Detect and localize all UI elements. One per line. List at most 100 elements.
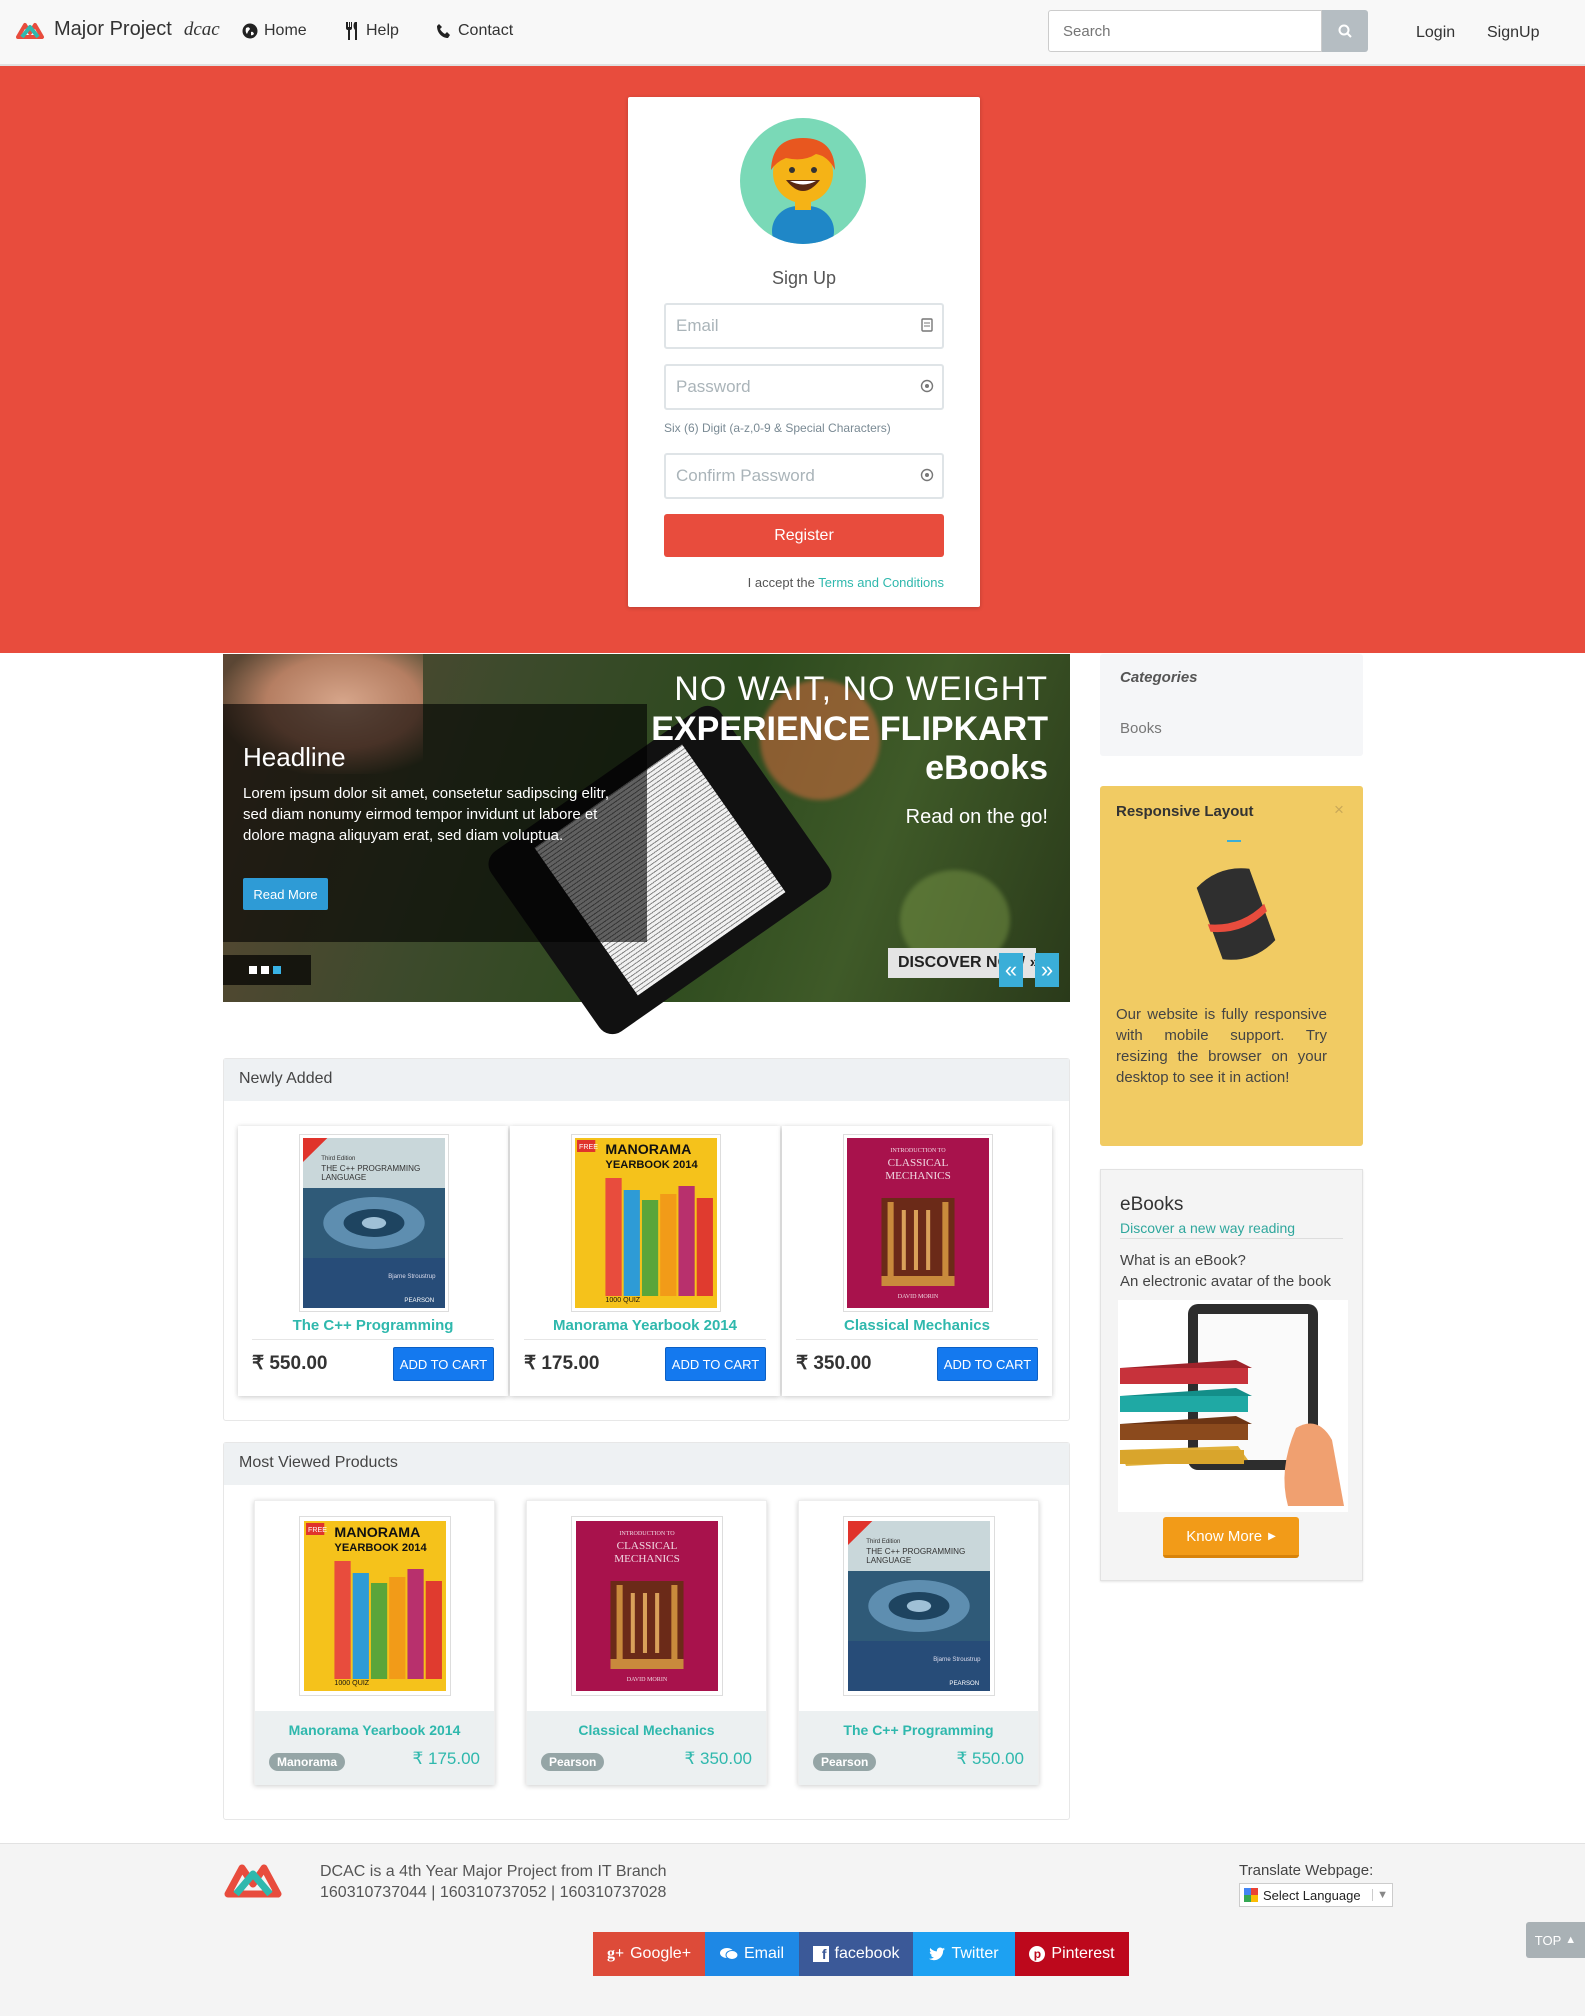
ebooks-answer: An electronic avatar of the book: [1120, 1273, 1331, 1290]
most-viewed-card[interactable]: INTRODUCTION TO CLASSICAL MECHANICS DAVI…: [526, 1500, 767, 1785]
share-email-button[interactable]: Email: [705, 1932, 799, 1976]
back-to-top-button[interactable]: TOP ▲: [1526, 1922, 1585, 1958]
share-twitter-label: Twitter: [951, 1945, 999, 1962]
know-more-button[interactable]: Know More ▶: [1163, 1517, 1299, 1558]
share-twitter-button[interactable]: Twitter: [913, 1932, 1015, 1976]
product-name[interactable]: Manorama Yearbook 2014: [510, 1317, 780, 1334]
footer-line-2: 160310737044 | 160310737052 | 1603107370…: [320, 1884, 667, 1901]
svg-text:DAVID MORIN: DAVID MORIN: [898, 1294, 939, 1300]
top-label: TOP: [1534, 1932, 1562, 1948]
most-viewed-title: Most Viewed Products: [224, 1443, 1069, 1485]
search-button[interactable]: [1322, 10, 1368, 52]
footer-line-1: DCAC is a 4th Year Major Project from IT…: [320, 1863, 667, 1880]
search-icon: [1338, 24, 1352, 38]
add-to-cart-button[interactable]: ADD TO CART: [937, 1347, 1038, 1381]
cutlery-icon: [346, 22, 357, 40]
share-pinterest-button[interactable]: p Pinterest: [1015, 1932, 1129, 1976]
category-item-books[interactable]: Books: [1120, 720, 1162, 737]
publisher-badge: Manorama: [269, 1753, 346, 1771]
caption-text: Lorem ipsum dolor sit amet, consetetur s…: [243, 785, 609, 844]
terms-link[interactable]: Terms and Conditions: [818, 575, 944, 590]
carousel-prev-button[interactable]: «: [999, 953, 1023, 987]
read-more-button[interactable]: Read More: [243, 878, 328, 910]
email-field[interactable]: Email: [664, 303, 944, 349]
dropdown-arrow-icon: ▼: [1372, 1889, 1392, 1901]
product-price: ₹ 350.00: [684, 1749, 752, 1768]
svg-text:THE C++ PROGRAMMING: THE C++ PROGRAMMING: [321, 1164, 420, 1173]
svg-text:MECHANICS: MECHANICS: [614, 1553, 680, 1565]
svg-text:MECHANICS: MECHANICS: [885, 1170, 951, 1182]
carousel-dot[interactable]: [261, 966, 269, 974]
footer-logo-icon: [224, 1864, 282, 1898]
svg-text:CLASSICAL: CLASSICAL: [888, 1157, 949, 1169]
avatar-illustration: [771, 138, 835, 244]
nav-contact[interactable]: Contact: [436, 22, 513, 40]
responsive-text: Our website is fully responsive with mob…: [1116, 1006, 1327, 1086]
product-image[interactable]: INTRODUCTION TO CLASSICAL MECHANICS DAVI…: [571, 1516, 723, 1696]
phone-icon: [437, 24, 450, 38]
email-placeholder: Email: [676, 316, 719, 335]
svg-text:CLASSICAL: CLASSICAL: [617, 1540, 678, 1552]
search-input[interactable]: [1048, 10, 1322, 52]
svg-text:PEARSON: PEARSON: [949, 1681, 979, 1687]
svg-text:MANORAMA: MANORAMA: [334, 1524, 420, 1540]
twitter-icon: [929, 1947, 946, 1961]
svg-text:YEARBOOK 2014: YEARBOOK 2014: [605, 1159, 698, 1171]
product-name[interactable]: The C++ Programming: [799, 1722, 1038, 1738]
login-link[interactable]: Login: [1416, 24, 1455, 42]
share-facebook-button[interactable]: f facebook: [799, 1932, 913, 1976]
most-viewed-card[interactable]: MANORAMA YEARBOOK 2014 FREE 1000 QUIZ Man…: [254, 1500, 495, 1785]
product-name[interactable]: Classical Mechanics: [782, 1317, 1052, 1334]
nav-home[interactable]: Home: [242, 22, 307, 40]
mechanics-book-cover: INTRODUCTION TO CLASSICAL MECHANICS DAVI…: [847, 1138, 989, 1308]
google-translate-icon: [1244, 1888, 1258, 1902]
carousel-dot-active[interactable]: [273, 966, 281, 974]
lock-icon: [920, 379, 934, 393]
brand[interactable]: Major Project dcac: [14, 18, 220, 41]
confirm-password-field[interactable]: Confirm Password: [664, 453, 944, 499]
know-more-label: Know More: [1186, 1527, 1263, 1545]
share-google-button[interactable]: g+ Google+: [593, 1932, 705, 1976]
product-card[interactable]: MANORAMA YEARBOOK 2014 FREE 1000 QUIZ Man…: [510, 1126, 780, 1396]
carousel-dot[interactable]: [249, 966, 257, 974]
product-image[interactable]: MANORAMA YEARBOOK 2014 FREE 1000 QUIZ: [571, 1134, 721, 1312]
product-image[interactable]: MANORAMA YEARBOOK 2014 FREE 1000 QUIZ: [299, 1516, 451, 1696]
share-google-label: Google+: [630, 1945, 692, 1962]
product-card[interactable]: INTRODUCTION TO CLASSICAL MECHANICS DAVI…: [782, 1126, 1052, 1396]
nav-home-label: Home: [264, 22, 307, 39]
close-icon[interactable]: ×: [1334, 800, 1344, 820]
ebooks-subtitle: Discover a new way reading: [1120, 1220, 1343, 1239]
most-viewed-card[interactable]: Third Edition THE C++ PROGRAMMING LANGUA…: [798, 1500, 1039, 1785]
add-to-cart-button[interactable]: ADD TO CART: [665, 1347, 766, 1381]
product-price: ₹ 550.00: [252, 1353, 328, 1374]
ebook-illustration: [1118, 1300, 1348, 1512]
register-button[interactable]: Register: [664, 514, 944, 557]
carousel-next-button[interactable]: »: [1035, 953, 1059, 987]
password-field[interactable]: Password: [664, 364, 944, 410]
product-image[interactable]: INTRODUCTION TO CLASSICAL MECHANICS DAVI…: [843, 1134, 993, 1312]
product-image[interactable]: Third Edition THE C++ PROGRAMMING LANGUA…: [843, 1516, 995, 1696]
svg-text:FREE: FREE: [579, 1144, 598, 1151]
add-to-cart-button[interactable]: ADD TO CART: [393, 1347, 494, 1381]
phone-device-icon: [1196, 868, 1276, 960]
product-name[interactable]: The C++ Programming: [238, 1317, 508, 1334]
categories-title: Categories: [1120, 669, 1198, 686]
product-image[interactable]: Third Edition THE C++ PROGRAMMING LANGUA…: [299, 1134, 449, 1312]
svg-text:LANGUAGE: LANGUAGE: [321, 1173, 367, 1182]
nav-help[interactable]: Help: [344, 22, 399, 40]
product-name[interactable]: Manorama Yearbook 2014: [255, 1722, 494, 1738]
responsive-title: Responsive Layout: [1116, 803, 1254, 820]
carousel-indicators: [223, 955, 311, 985]
terms-text: I accept the Terms and Conditions: [628, 575, 944, 590]
logo-icon: [16, 22, 44, 39]
signup-link[interactable]: SignUp: [1487, 24, 1539, 42]
svg-text:1000 QUIZ: 1000 QUIZ: [334, 1680, 369, 1687]
cpp-book-cover: Third Edition THE C++ PROGRAMMING LANGUA…: [848, 1521, 990, 1691]
language-select-value: Select Language: [1263, 1887, 1361, 1903]
product-card[interactable]: Third Edition THE C++ PROGRAMMING LANGUA…: [238, 1126, 508, 1396]
terms-prefix: I accept the: [747, 575, 815, 590]
language-select[interactable]: Select Language ▼: [1239, 1883, 1393, 1907]
product-name[interactable]: Classical Mechanics: [527, 1722, 766, 1738]
product-price: ₹ 175.00: [524, 1353, 600, 1374]
globe-icon: [242, 23, 258, 39]
